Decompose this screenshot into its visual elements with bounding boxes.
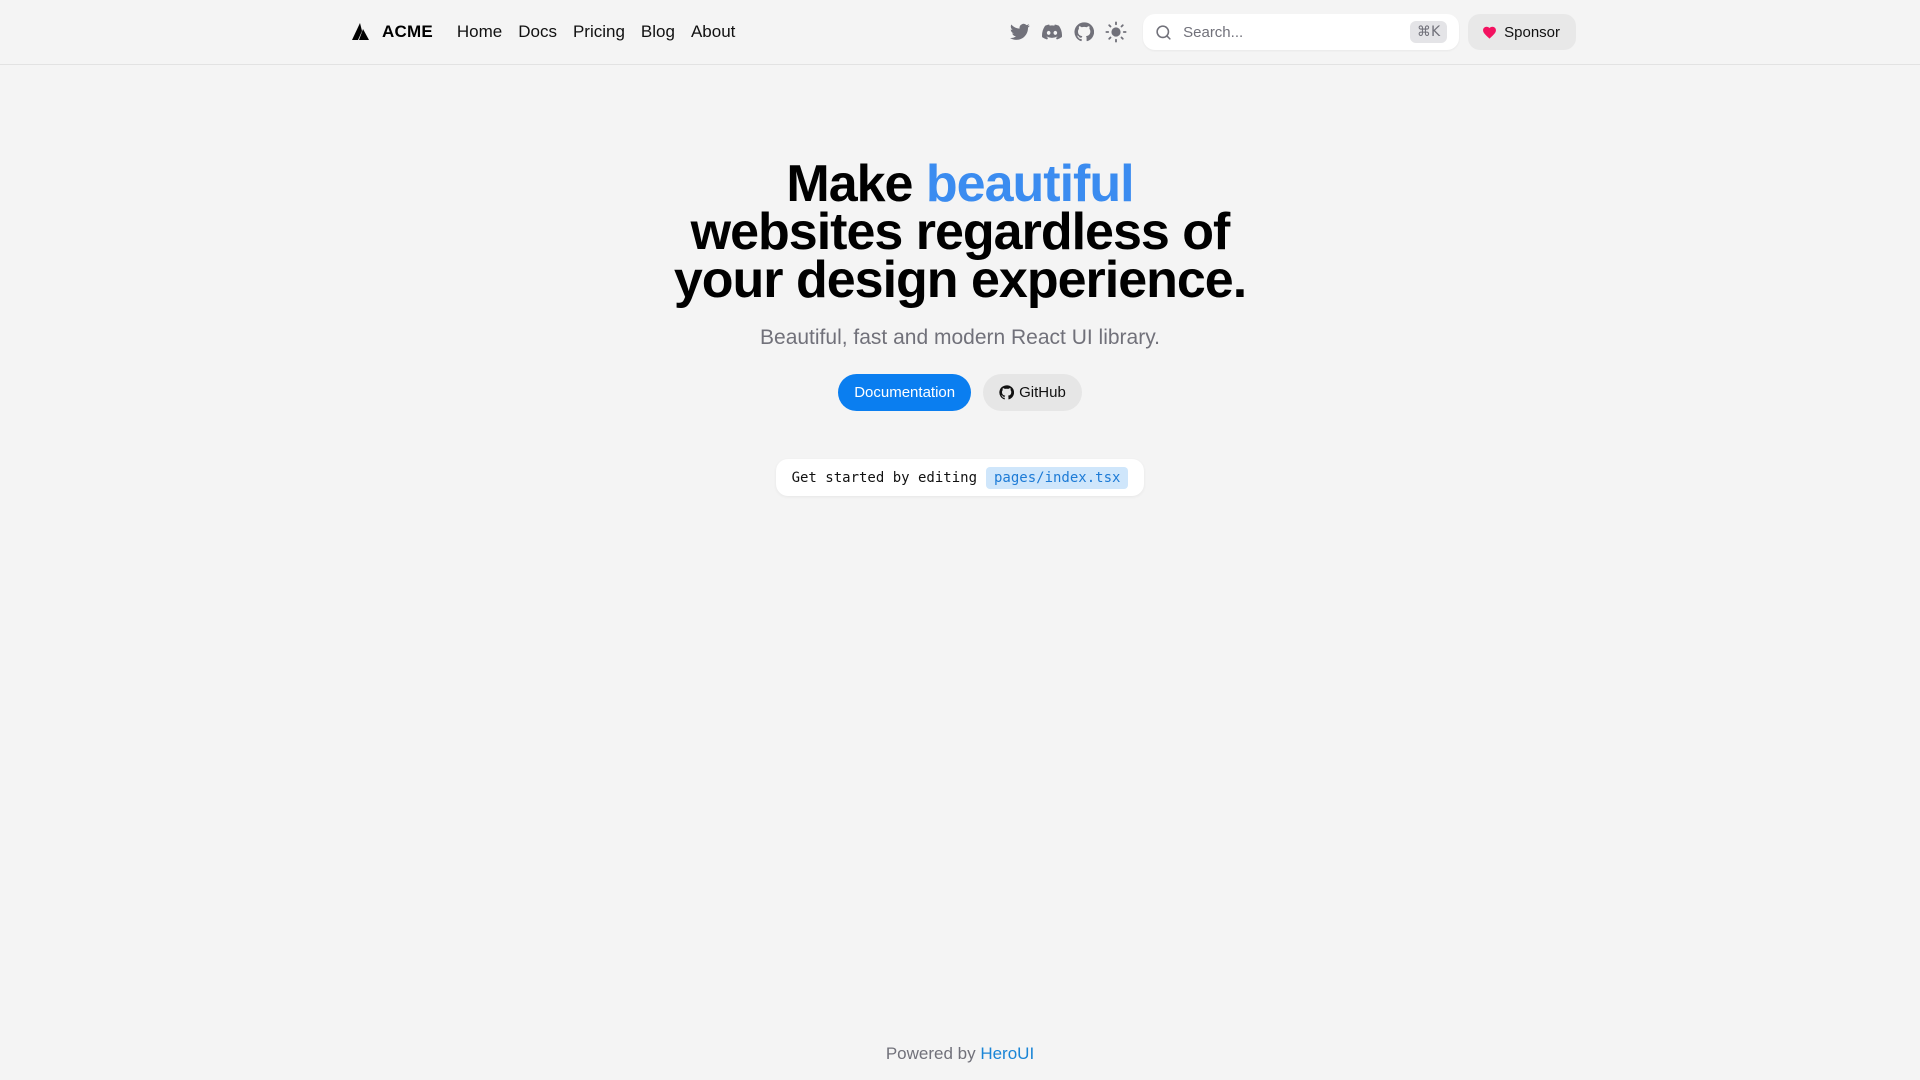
navbar-inner: ACME Home Docs Pricing Blog About Search… [350,0,1576,64]
search-shortcut-kbd: ⌘K [1409,21,1448,43]
documentation-button[interactable]: Documentation [838,374,972,411]
heroui-link[interactable]: HeroUI [980,1044,1034,1063]
footer-prefix: Powered by [885,1044,976,1063]
cta-row: Documentation GitHub [838,374,1082,411]
headline-line-3: your design experience. [673,251,1247,309]
footer: Powered by HeroUI [0,1044,1920,1064]
navbar: ACME Home Docs Pricing Blog About Search… [0,0,1920,65]
search-icon [1155,23,1173,41]
search-box[interactable]: ⌘K [1143,14,1460,50]
nav-links: Home Docs Pricing Blog About [457,22,736,42]
nav-link-docs[interactable]: Docs [518,22,557,42]
discord-icon[interactable] [1041,21,1063,43]
github-icon [999,385,1015,400]
brand-link[interactable]: ACME [350,20,433,44]
sponsor-button[interactable]: Sponsor [1468,14,1576,50]
sponsor-label: Sponsor [1504,23,1560,41]
triangle-logo-icon [350,20,374,44]
snippet-code: pages/index.tsx [986,466,1129,489]
heart-icon [1482,24,1498,40]
navbar-left: ACME Home Docs Pricing Blog About [350,20,735,44]
github-button[interactable]: GitHub [983,374,1082,411]
nav-link-about[interactable]: About [691,22,735,42]
github-button-label: GitHub [1019,384,1066,401]
sun-icon[interactable] [1105,21,1127,43]
hero-subtitle: Beautiful, fast and modern React UI libr… [760,326,1160,349]
nav-link-blog[interactable]: Blog [641,22,675,42]
nav-link-pricing[interactable]: Pricing [573,22,625,42]
nav-link-home[interactable]: Home [457,22,502,42]
get-started-snippet: Get started by editing pages/index.tsx [775,459,1145,496]
brand-name: ACME [382,22,433,41]
twitter-icon[interactable] [1009,21,1031,43]
navbar-right: ⌘K Sponsor [1009,14,1576,50]
github-icon[interactable] [1073,21,1095,43]
snippet-text: Get started by editing [791,469,977,486]
hero-headline: Make beautiful websites regardless of yo… [674,158,1247,306]
search-input[interactable] [1183,23,1410,41]
hero-section: Make beautiful websites regardless of yo… [0,158,1920,496]
